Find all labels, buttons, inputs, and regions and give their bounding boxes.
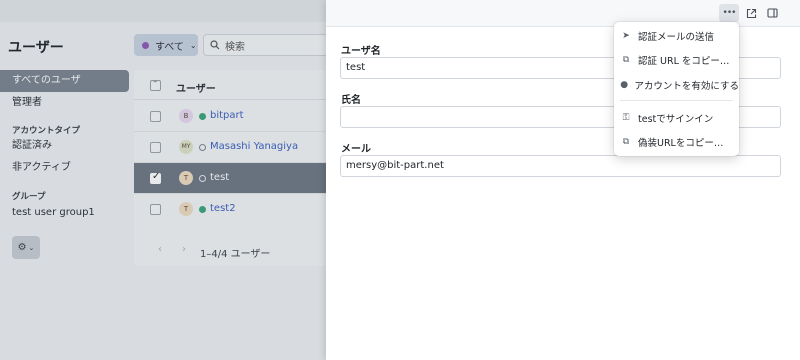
fullname-label: 氏名: [341, 95, 361, 106]
menu-item-label: 認証 URL をコピー…: [638, 56, 730, 67]
email-field[interactable]: mersy@bit-part.net: [340, 155, 781, 177]
circle-icon: ●: [620, 80, 629, 90]
more-horizontal-icon: •••: [722, 8, 737, 18]
username-label: ユーザ名: [341, 46, 381, 57]
menu-item-label: アカウントを有効にする: [634, 81, 739, 92]
open-external-button[interactable]: [741, 4, 761, 22]
menu-item-activate-account[interactable]: ● アカウントを有効にする: [614, 73, 739, 97]
menu-item-send-verification-email[interactable]: ➤ 認証メールの送信: [614, 24, 739, 48]
email-label: メール: [341, 144, 371, 155]
menu-item-label: 認証メールの送信: [638, 32, 715, 43]
background-dim-overlay: [0, 0, 326, 360]
menu-item-sign-in-as-user[interactable]: ⚿ testでサインイン: [614, 106, 739, 130]
more-actions-button[interactable]: •••: [719, 4, 739, 22]
sidebar-panel-icon: [766, 8, 778, 18]
toggle-panel-button[interactable]: [762, 4, 782, 22]
key-icon: ⚿: [622, 113, 630, 123]
menu-item-copy-impersonation-url[interactable]: ⧉ 偽装URLをコピー…: [614, 130, 739, 154]
menu-item-copy-verification-url[interactable]: ⧉ 認証 URL をコピー…: [614, 48, 739, 72]
external-link-icon: [746, 8, 756, 18]
copy-icon: ⧉: [622, 55, 630, 65]
send-icon: ➤: [622, 31, 630, 41]
menu-divider: [620, 100, 733, 101]
menu-item-label: testでサインイン: [638, 114, 714, 125]
menu-item-label: 偽装URLをコピー…: [638, 138, 724, 149]
copy-icon: ⧉: [622, 137, 630, 147]
more-actions-menu: ➤ 認証メールの送信 ⧉ 認証 URL をコピー… ● アカウントを有効にする …: [614, 22, 739, 156]
